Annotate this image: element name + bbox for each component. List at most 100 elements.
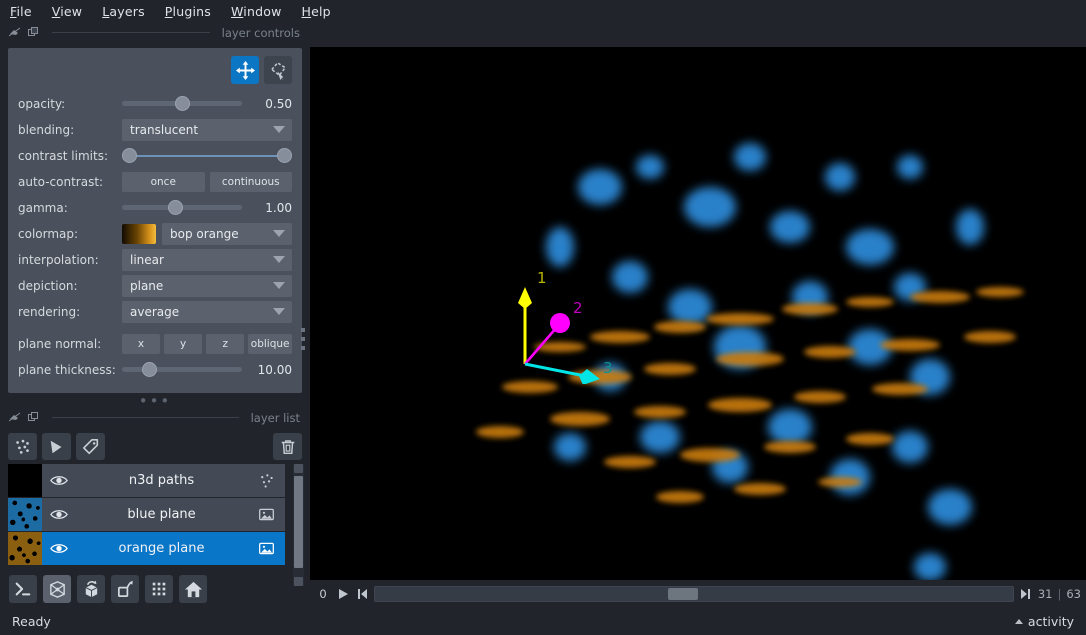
axes-indicator: 1 2 3 <box>518 269 613 384</box>
menu-file-label: ile <box>16 4 32 19</box>
ndisplay-button[interactable] <box>43 575 71 603</box>
new-shapes-layer-button[interactable] <box>42 433 71 460</box>
colormap-select[interactable]: bop orange <box>162 222 292 245</box>
points-icon <box>15 439 29 454</box>
blending-select[interactable]: translucent <box>122 118 292 141</box>
auto-contrast-continuous-button[interactable]: continuous <box>209 171 292 192</box>
float-dock-icon[interactable] <box>8 26 21 39</box>
transpose-dims-button[interactable] <box>111 575 139 603</box>
chevron-down-icon <box>273 230 285 237</box>
plane-normal-y-button[interactable]: y <box>164 333 203 354</box>
activity-toggle[interactable]: activity <box>1014 613 1074 629</box>
volume-rendering <box>476 143 1024 580</box>
auto-contrast-once-button[interactable]: once <box>122 171 205 192</box>
layer-controls-dock-header: layer controls <box>0 23 310 42</box>
plane-thickness-slider[interactable] <box>122 361 242 379</box>
float-dock-icon[interactable] <box>8 411 21 424</box>
blending-label: blending: <box>18 122 75 137</box>
layer-name: blue plane <box>127 507 196 522</box>
new-labels-layer-button[interactable] <box>76 433 105 460</box>
rendering-select[interactable]: average <box>122 300 292 323</box>
contrast-limits-row: contrast limits: <box>18 144 292 167</box>
close-dock-icon[interactable] <box>27 26 40 39</box>
layer-name: orange plane <box>118 541 205 556</box>
canvas-3d[interactable]: 1 2 3 <box>310 47 1086 580</box>
step-last-button[interactable] <box>1019 586 1033 601</box>
layer-controls-panel: opacity: 0.50 blending: translucent cont… <box>8 48 302 393</box>
scrollbar-thumb[interactable] <box>294 476 303 568</box>
opacity-slider[interactable] <box>122 95 242 113</box>
contrast-limits-label: contrast limits: <box>18 148 108 163</box>
dims-max-value: 63 <box>1066 586 1081 601</box>
interpolation-select[interactable]: linear <box>122 248 292 271</box>
new-points-layer-button[interactable] <box>8 433 37 460</box>
axis-1-arrow <box>518 287 532 309</box>
grid-icon <box>152 582 166 596</box>
console-button[interactable] <box>9 575 37 603</box>
layer-type-icon <box>247 506 285 523</box>
menu-file[interactable]: File <box>10 4 32 19</box>
dock-splitter-handle[interactable] <box>298 321 308 357</box>
layer-row[interactable]: n3d paths <box>8 464 285 497</box>
depiction-select[interactable]: plane <box>122 274 292 297</box>
trash-icon <box>281 439 294 454</box>
dims-current-value: 31 <box>1037 586 1053 601</box>
axis-2-arrow <box>550 313 570 333</box>
axis-2-label: 2 <box>573 299 583 317</box>
rendering-row: rendering: average <box>18 300 292 323</box>
close-dock-icon[interactable] <box>27 411 40 424</box>
step-first-icon <box>357 588 367 599</box>
menu-layers[interactable]: Layers <box>102 4 145 19</box>
layer-row[interactable]: orange plane <box>8 532 285 565</box>
home-icon <box>184 581 202 597</box>
shapes-icon <box>50 440 61 453</box>
dims-slider-track[interactable] <box>374 585 1014 602</box>
layer-row[interactable]: blue plane <box>8 498 285 531</box>
chevron-down-icon <box>273 256 285 263</box>
plane-thickness-row: plane thickness: 10.00 <box>18 358 292 381</box>
layer-list-title: layer list <box>250 410 300 425</box>
transform-button[interactable] <box>264 56 292 84</box>
plane-normal-x-button[interactable]: x <box>122 333 161 354</box>
plane-normal-label: plane normal: <box>18 336 102 351</box>
interpolation-row: interpolation: linear <box>18 248 292 271</box>
menu-plugins[interactable]: Plugins <box>165 4 211 19</box>
layer-visibility-toggle[interactable] <box>42 542 76 555</box>
depiction-label: depiction: <box>18 278 78 293</box>
colormap-value: bop orange <box>170 226 239 241</box>
chevron-up-icon <box>1014 618 1023 624</box>
delete-layer-button[interactable] <box>273 433 302 460</box>
axis-1-label: 1 <box>537 269 547 287</box>
layer-visibility-toggle[interactable] <box>42 474 76 487</box>
plane-normal-oblique-button[interactable]: oblique <box>248 333 293 354</box>
layer-controls-title: layer controls <box>221 25 300 40</box>
layer-thumbnail <box>8 464 42 497</box>
pan-zoom-button[interactable] <box>231 56 259 84</box>
step-first-button[interactable] <box>355 586 369 601</box>
colormap-label: colormap: <box>18 226 79 241</box>
auto-contrast-label: auto-contrast: <box>18 174 104 189</box>
activity-label: activity <box>1027 613 1074 629</box>
transform-icon <box>270 61 286 80</box>
roll-dims-button[interactable] <box>77 575 105 603</box>
plane-normal-z-button[interactable]: z <box>206 333 245 354</box>
layer-list-scrollbar[interactable] <box>293 464 304 586</box>
dims-slider-thumb[interactable] <box>668 587 699 600</box>
labels-icon <box>82 438 98 454</box>
menu-help[interactable]: Help <box>302 4 331 19</box>
contrast-limits-slider[interactable] <box>122 147 292 165</box>
scroll-up-arrow[interactable] <box>294 464 303 473</box>
menu-window[interactable]: Window <box>231 4 282 19</box>
gamma-slider[interactable] <box>122 199 242 217</box>
panel-resize-grip[interactable]: ••• <box>0 394 310 409</box>
layer-visibility-toggle[interactable] <box>42 508 76 521</box>
viewer-area: 1 2 3 0 31 | 63 <box>310 23 1086 607</box>
roll-cube-icon <box>85 580 97 597</box>
grid-view-button[interactable] <box>145 575 173 603</box>
scroll-down-arrow[interactable] <box>294 577 303 586</box>
play-button[interactable] <box>336 586 350 601</box>
reset-view-button[interactable] <box>179 575 207 603</box>
layer-list-dock-header: layer list <box>0 408 310 427</box>
console-icon <box>15 582 31 596</box>
menu-view[interactable]: View <box>52 4 82 19</box>
